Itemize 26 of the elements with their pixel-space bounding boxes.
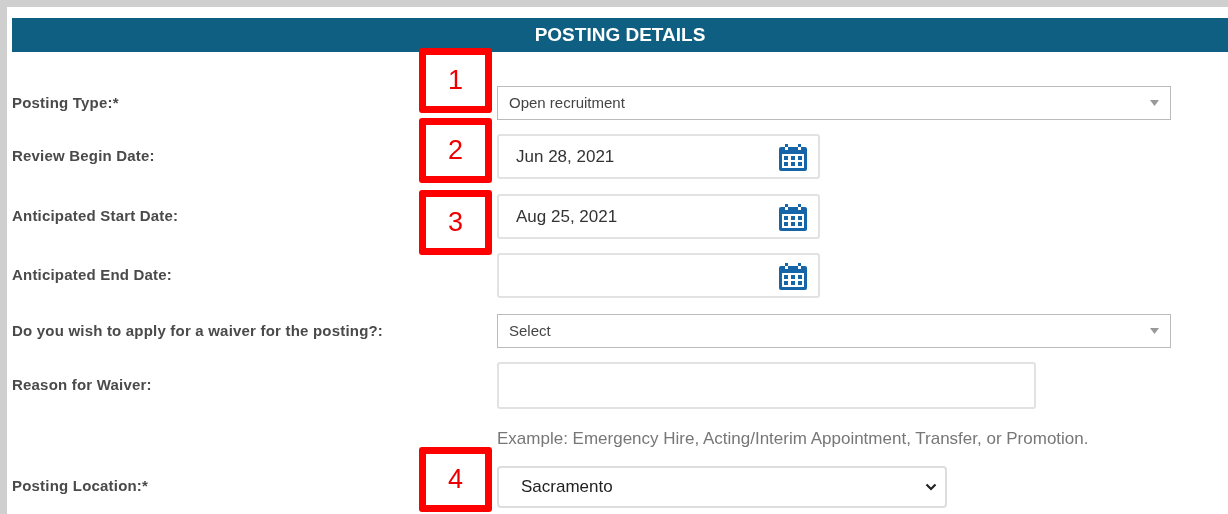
dropdown-arrow-icon (1150, 100, 1159, 106)
date-field[interactable] (497, 253, 820, 298)
dropdown-arrow-icon (1150, 328, 1159, 334)
calendar-icon[interactable] (778, 202, 808, 231)
callout-marker: 3 (419, 190, 492, 255)
field-label: Posting Type:* (12, 92, 119, 113)
field-label: Posting Location:* (12, 476, 149, 497)
dropdown[interactable]: Sacramento (497, 465, 947, 508)
date-field[interactable]: Aug 25, 2021 (497, 194, 820, 239)
calendar-icon[interactable] (778, 261, 808, 290)
callout-marker: 1 (419, 48, 492, 113)
chevron-down-icon (925, 482, 937, 491)
field-label: Anticipated Start Date: (12, 206, 179, 227)
hint-text: Example: Emergency Hire, Acting/Interim Appointment, Transfer, or Promotion. (497, 428, 1090, 450)
field-label: Reason for Waiver: (12, 375, 152, 396)
field-label: Do you wish to apply for a waiver for the posting?: (12, 320, 384, 341)
callout-marker: 2 (419, 118, 492, 183)
field-label: Review Begin Date: (12, 146, 155, 167)
callout-marker: 4 (419, 446, 492, 512)
calendar-icon[interactable] (778, 142, 808, 171)
section-header: POSTING DETAILS (12, 18, 1228, 52)
input-field[interactable] (497, 362, 1036, 409)
dropdown[interactable]: Open recruitment (497, 86, 1171, 120)
dropdown[interactable]: Select (497, 314, 1171, 348)
field-label: Anticipated End Date: (12, 265, 173, 286)
date-field[interactable]: Jun 28, 2021 (497, 134, 820, 179)
